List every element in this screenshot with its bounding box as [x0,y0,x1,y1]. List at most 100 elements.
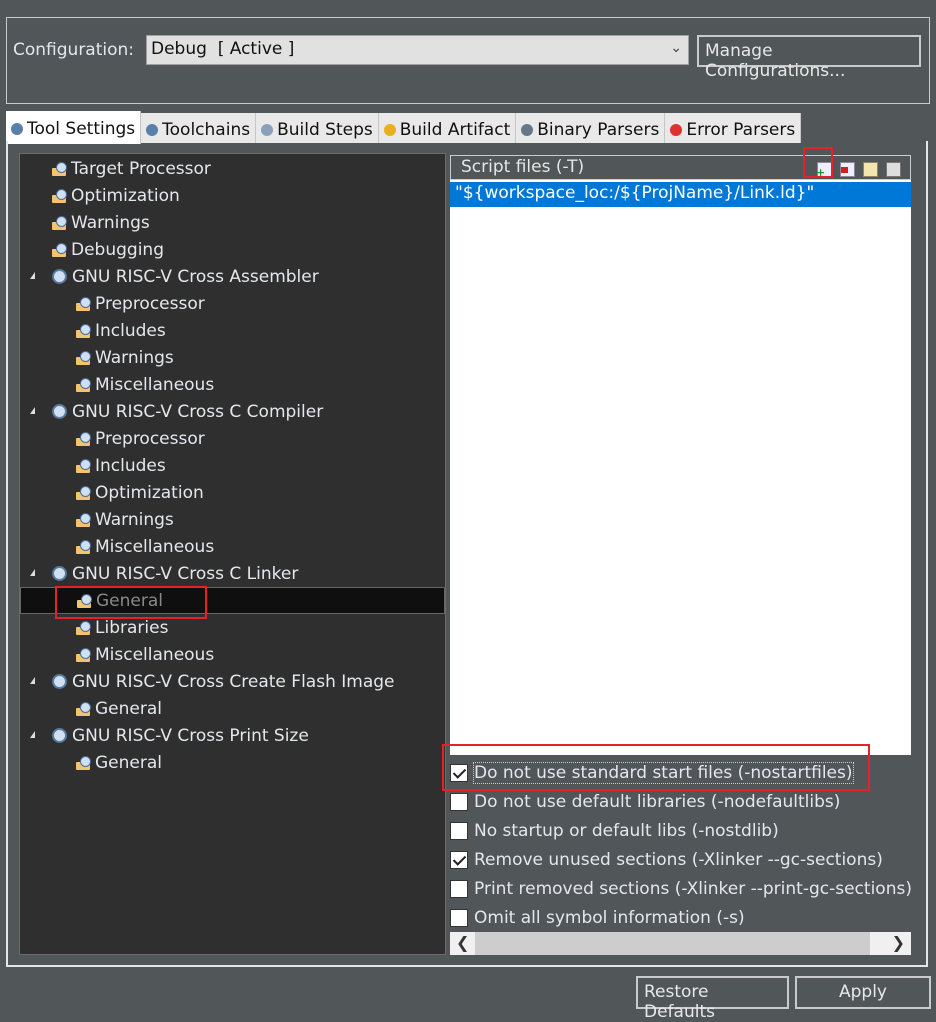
tree-item[interactable]: General [20,749,445,776]
tree-item[interactable]: Warnings [20,344,445,371]
tree-item[interactable]: Miscellaneous [20,533,445,560]
tab-binary-parsers[interactable]: Binary Parsers [516,113,666,143]
tree-item[interactable]: GNU RISC-V Cross Print Size [20,722,445,749]
tab-build-steps[interactable]: Build Steps [256,113,379,143]
tree-item[interactable]: Warnings [20,506,445,533]
error-parsers-icon [670,123,683,136]
toolchains-icon [146,123,159,136]
scroll-left-icon[interactable]: ❮ [456,933,469,952]
tool-gear-icon [52,269,67,284]
tree-item[interactable]: Preprocessor [20,425,445,452]
option-checkbox-row[interactable]: Remove unused sections (-Xlinker --gc-se… [450,847,912,873]
tree-item[interactable]: Target Processor [20,155,445,182]
add-file-icon[interactable]: + [816,162,832,179]
tab-toolchains[interactable]: Toolchains [141,113,257,143]
scrollbar-thumb[interactable] [475,932,870,955]
tree-item[interactable]: GNU RISC-V Cross Create Flash Image [20,668,445,695]
restore-defaults-button[interactable]: Restore Defaults [636,976,789,1022]
expand-toggle-icon[interactable] [30,407,35,414]
settings-folder-icon [76,620,91,635]
option-checkbox-row[interactable]: Print removed sections (-Xlinker --print… [450,876,912,902]
tree-item[interactable]: Debugging [20,236,445,263]
tree-item-label: Warnings [95,347,174,368]
tab-label: Tool Settings [27,119,136,139]
checkbox[interactable] [450,880,468,898]
tree-item[interactable]: GNU RISC-V Cross C Linker [20,560,445,587]
tool-gear-icon [52,674,67,689]
delete-file-icon[interactable] [840,162,855,177]
script-file-item[interactable]: "${workspace_loc:/${ProjName}/Link.ld}" [450,182,911,207]
settings-tree[interactable]: Target Processor Optimization Warnings Debu… [19,153,446,955]
expand-toggle-icon[interactable] [30,272,35,279]
script-files-list[interactable]: Script files (-T) + "${workspace_loc:/${… [450,155,911,755]
settings-folder-icon [76,323,91,338]
edit-file-icon[interactable] [863,162,878,177]
option-checkbox-row[interactable]: No startup or default libs (-nostdlib) [450,818,912,844]
apply-button[interactable]: Apply [795,976,931,1009]
checkbox[interactable] [450,793,468,811]
option-label: Remove unused sections (-Xlinker --gc-se… [474,850,883,870]
settings-folder-icon [52,215,67,230]
scroll-right-icon[interactable]: ❯ [892,933,905,952]
tree-item-label: Debugging [71,239,164,260]
expand-toggle-icon[interactable] [30,677,35,684]
tree-item-label: General [95,698,162,719]
tree-item[interactable]: Includes [20,452,445,479]
tool-gear-icon [52,728,67,743]
tree-item[interactable]: Miscellaneous [20,371,445,398]
checkbox[interactable] [450,909,468,927]
tree-item-label: General [95,752,162,773]
settings-folder-icon [76,350,91,365]
expand-toggle-icon[interactable] [30,569,35,576]
settings-folder-icon [76,485,91,500]
configuration-select[interactable]: Debug [ Active ] ⌄ [146,35,689,65]
tab-label: Binary Parsers [537,119,660,140]
option-checkbox-row[interactable]: Omit all symbol information (-s) [450,905,912,931]
settings-folder-icon [76,458,91,473]
tree-item-label: GNU RISC-V Cross Assembler [72,266,319,287]
option-checkbox-row[interactable]: Do not use standard start files (-nostar… [450,760,912,786]
tree-item[interactable]: Includes [20,317,445,344]
expand-toggle-icon[interactable] [30,731,35,738]
tree-item-label: Warnings [71,212,150,233]
tree-item-label: Preprocessor [95,293,205,314]
tree-item[interactable]: Preprocessor [20,290,445,317]
settings-folder-icon [76,647,91,662]
chevron-down-icon: ⌄ [670,40,682,56]
tree-item[interactable]: Warnings [20,209,445,236]
checkbox[interactable] [450,764,468,782]
tree-item[interactable]: General [20,695,445,722]
tab-build-artifact[interactable]: Build Artifact [378,113,517,143]
tree-item-label: Warnings [95,509,174,530]
option-label: Do not use standard start files (-nostar… [473,762,854,784]
horizontal-scrollbar[interactable]: ❮ ❯ [450,932,911,955]
tree-item-label: Includes [95,320,166,341]
tab-label: Build Steps [277,119,373,140]
build-artifact-icon [383,123,396,136]
tree-item[interactable]: GNU RISC-V Cross C Compiler [20,398,445,425]
build-steps-icon [261,123,274,136]
tree-item-label: Miscellaneous [95,374,215,395]
manage-configurations-button[interactable]: Manage Configurations... [697,35,921,81]
tree-item[interactable]: Optimization [20,479,445,506]
configuration-value: Debug [ Active ] [151,39,295,59]
tree-item-label: GNU RISC-V Cross Create Flash Image [72,671,395,692]
tree-item-label: Libraries [95,617,169,638]
move-up-icon[interactable] [886,162,901,177]
tool-gear-icon [52,404,67,419]
tree-item[interactable]: GNU RISC-V Cross Assembler [20,263,445,290]
tree-item[interactable]: Optimization [20,182,445,209]
tab-error-parsers[interactable]: Error Parsers [665,113,802,143]
tree-item-label: Miscellaneous [95,644,215,665]
settings-folder-icon [76,701,91,716]
option-checkbox-row[interactable]: Do not use default libraries (-nodefault… [450,789,912,815]
checkbox[interactable] [450,822,468,840]
tab-tool-settings[interactable]: Tool Settings [6,111,142,144]
tree-item[interactable]: General [20,587,445,614]
option-label: Omit all symbol information (-s) [474,908,745,928]
tree-item[interactable]: Libraries [20,614,445,641]
tree-item[interactable]: Miscellaneous [20,641,445,668]
checkbox[interactable] [450,851,468,869]
settings-folder-icon [77,593,92,608]
tab-label: Build Artifact [399,119,511,140]
